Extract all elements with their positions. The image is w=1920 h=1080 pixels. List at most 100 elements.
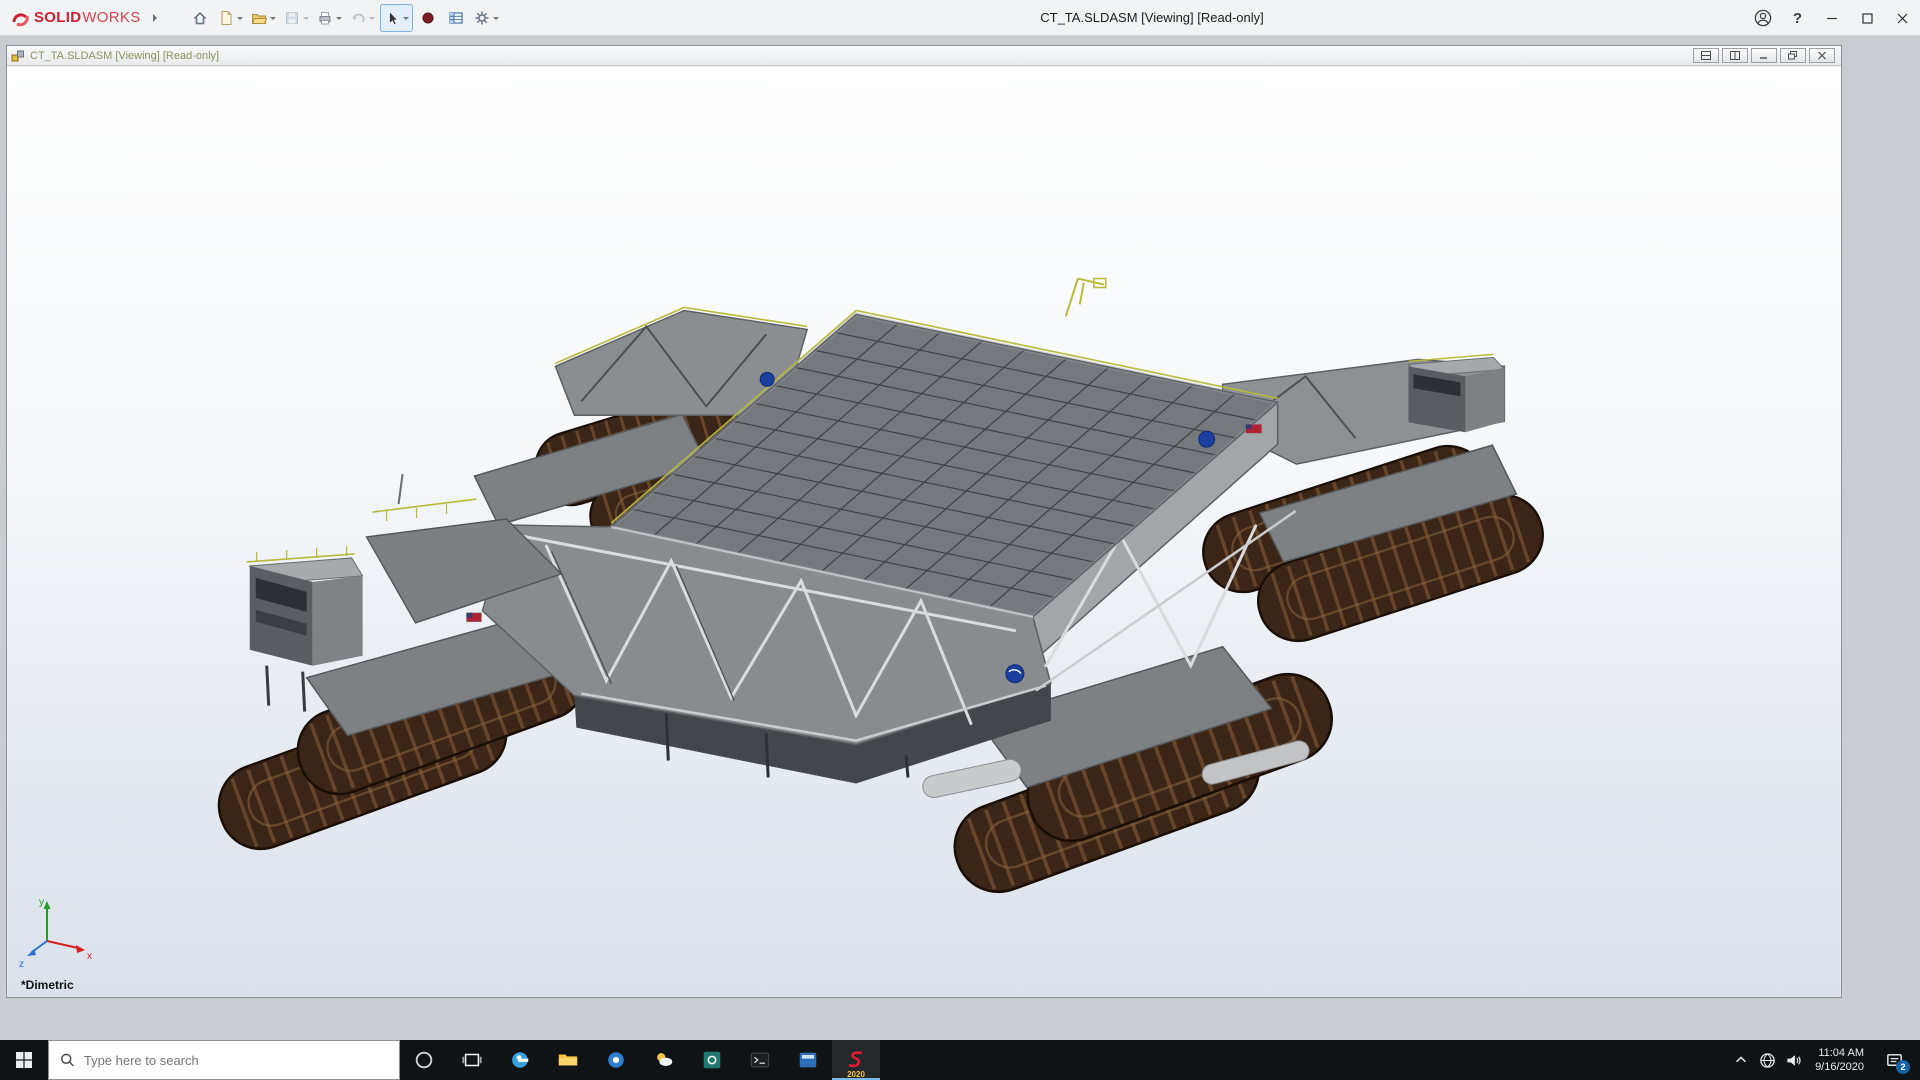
new-document-button[interactable] — [215, 4, 246, 32]
print-icon — [317, 10, 333, 26]
solidworks-version-label: 2020 — [832, 1070, 880, 1079]
chevron-down-icon[interactable] — [270, 17, 276, 23]
view-orientation-label: *Dimetric — [21, 978, 74, 992]
task-view-icon — [461, 1049, 483, 1071]
options-button[interactable] — [471, 4, 502, 32]
minimize-icon — [1827, 13, 1838, 24]
triad-z-label: z — [19, 959, 24, 970]
open-button[interactable] — [248, 4, 279, 32]
taskbar-search[interactable] — [48, 1040, 400, 1080]
taskbar-photos-button[interactable] — [688, 1040, 736, 1080]
search-icon — [60, 1052, 75, 1068]
taskbar-solidworks-button[interactable]: 2020 — [832, 1040, 880, 1080]
browser-icon — [605, 1049, 627, 1071]
screen: SOLIDWORKS — [0, 0, 1920, 1080]
account-button[interactable] — [1745, 0, 1780, 36]
close-icon — [1897, 13, 1908, 24]
taskbar-weather-button[interactable] — [640, 1040, 688, 1080]
chevron-down-icon[interactable] — [303, 17, 309, 23]
chevron-down-icon[interactable] — [403, 17, 409, 23]
search-input[interactable] — [84, 1053, 388, 1068]
network-globe-icon — [1759, 1052, 1776, 1069]
maximize-icon — [1862, 13, 1873, 24]
split-horizontal-button[interactable] — [1693, 48, 1719, 63]
chevron-down-icon[interactable] — [493, 17, 499, 23]
record-button[interactable] — [415, 4, 441, 32]
solidworks-menu[interactable]: SOLIDWORKS — [0, 8, 169, 28]
notification-badge: 2 — [1896, 1060, 1910, 1074]
taskbar-clock[interactable]: 11:04 AM 9/16/2020 — [1806, 1046, 1873, 1075]
tray-overflow-button[interactable] — [1728, 1040, 1754, 1080]
cortana-icon — [413, 1049, 435, 1071]
document-window: CT_TA.SLDASM [Viewing] [Read-only] — [6, 45, 1842, 998]
maximize-button[interactable] — [1850, 0, 1885, 36]
home-button[interactable] — [187, 4, 213, 32]
edge-browser-icon — [509, 1049, 531, 1071]
mdi-area: CT_TA.SLDASM [Viewing] [Read-only] — [0, 37, 1920, 1040]
close-button[interactable] — [1885, 0, 1920, 36]
triad-y-label: y — [39, 897, 44, 908]
app-titlebar: SOLIDWORKS — [0, 0, 1920, 36]
orientation-triad[interactable]: y x z — [17, 891, 97, 971]
taskbar-edge-button[interactable] — [496, 1040, 544, 1080]
save-icon — [284, 10, 300, 26]
volume-button[interactable] — [1780, 1040, 1806, 1080]
start-button[interactable] — [0, 1040, 48, 1080]
print-button[interactable] — [314, 4, 345, 32]
doc-minimize-button[interactable] — [1751, 48, 1777, 63]
chevron-down-icon[interactable] — [369, 17, 375, 23]
brand-text-bold: SOLID — [34, 9, 81, 26]
doc-restore-button[interactable] — [1780, 48, 1806, 63]
undo-button[interactable] — [347, 4, 378, 32]
home-icon — [192, 10, 208, 26]
speaker-icon — [1785, 1052, 1802, 1069]
triad-x-label: x — [87, 951, 92, 962]
document-title: CT_TA.SLDASM [Viewing] [Read-only] — [30, 50, 219, 62]
design-binder-button[interactable] — [443, 4, 469, 32]
taskbar-browser-button[interactable] — [592, 1040, 640, 1080]
photos-icon — [701, 1049, 723, 1071]
caption-controls: ? — [1745, 0, 1920, 36]
undo-icon — [350, 10, 366, 26]
file-explorer-icon — [557, 1049, 579, 1071]
weather-icon — [653, 1049, 675, 1071]
chevron-down-icon[interactable] — [336, 17, 342, 23]
windows-logo-icon — [15, 1051, 33, 1069]
taskbar-cortana-button[interactable] — [400, 1040, 448, 1080]
open-folder-icon — [251, 10, 267, 26]
chevron-right-icon[interactable] — [153, 14, 161, 22]
close-icon — [1817, 51, 1827, 60]
network-button[interactable] — [1754, 1040, 1780, 1080]
help-icon: ? — [1793, 10, 1802, 27]
record-icon — [420, 10, 436, 26]
split-vertical-icon — [1730, 51, 1740, 60]
chevron-up-icon — [1734, 1053, 1748, 1067]
select-button[interactable] — [380, 4, 413, 32]
save-button[interactable] — [281, 4, 312, 32]
help-button[interactable]: ? — [1780, 0, 1815, 36]
split-vertical-button[interactable] — [1722, 48, 1748, 63]
assembly-icon — [11, 49, 25, 63]
viewport[interactable]: y x z *Dimetric — [7, 67, 1841, 997]
document-window-controls — [1693, 48, 1837, 63]
windows-taskbar: 2020 11:04 AM 9 — [0, 1040, 1920, 1080]
action-center-button[interactable]: 2 — [1873, 1040, 1915, 1080]
chevron-down-icon[interactable] — [237, 17, 243, 23]
clock-time: 11:04 AM — [1815, 1046, 1864, 1060]
taskbar-terminal-button[interactable] — [736, 1040, 784, 1080]
split-horizontal-icon — [1701, 51, 1711, 60]
system-tray: 11:04 AM 9/16/2020 2 — [1728, 1040, 1920, 1080]
user-account-icon — [1754, 9, 1772, 27]
document-titlebar[interactable]: CT_TA.SLDASM [Viewing] [Read-only] — [7, 46, 1841, 66]
clock-date: 9/16/2020 — [1815, 1060, 1864, 1074]
doc-close-button[interactable] — [1809, 48, 1835, 63]
solidworks-logo-icon — [10, 8, 30, 28]
taskbar-file-explorer-button[interactable] — [544, 1040, 592, 1080]
minimize-button[interactable] — [1815, 0, 1850, 36]
quick-access-toolbar — [187, 4, 502, 32]
gear-icon — [474, 10, 490, 26]
select-cursor-icon — [384, 10, 400, 26]
taskbar-media-app-button[interactable] — [784, 1040, 832, 1080]
media-app-icon — [797, 1049, 819, 1071]
taskbar-task-view-button[interactable] — [448, 1040, 496, 1080]
